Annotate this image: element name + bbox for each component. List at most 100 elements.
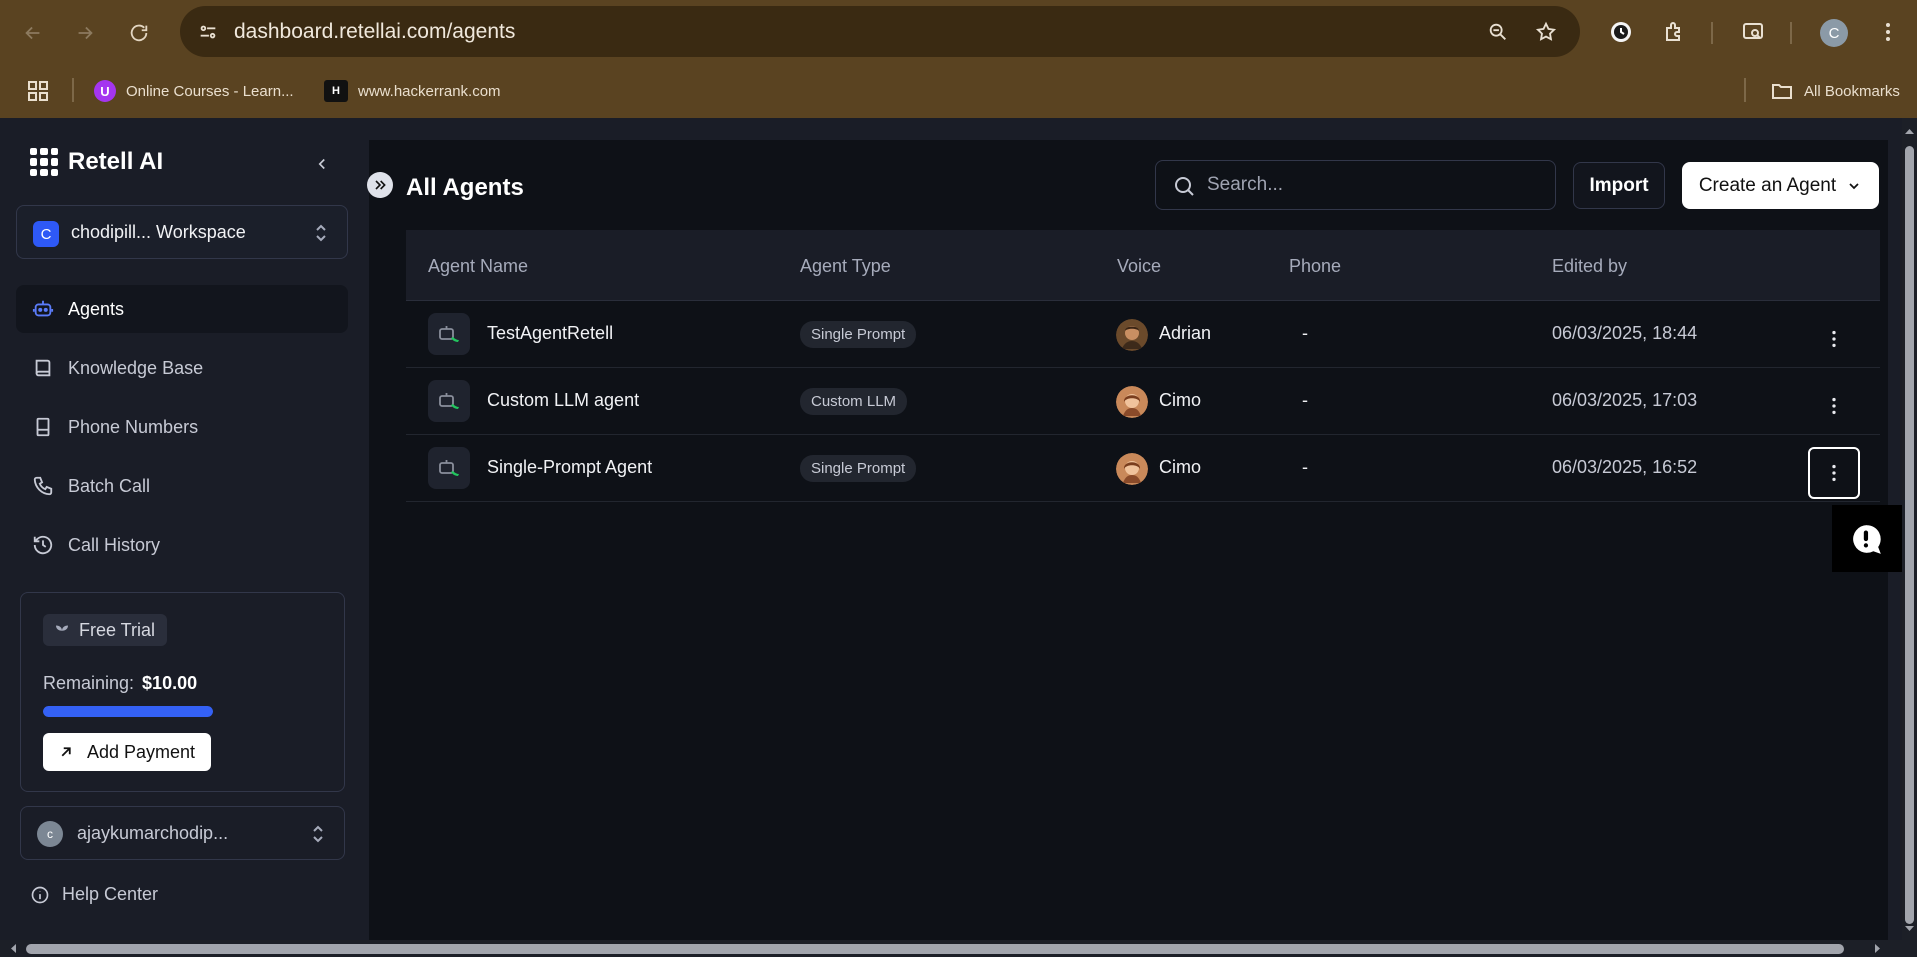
back-button[interactable] [16, 16, 50, 50]
balance-progress-fill [43, 706, 213, 717]
workspace-badge: C [33, 221, 59, 247]
scroll-up-icon[interactable] [1902, 124, 1917, 139]
search-icon [1175, 177, 1194, 196]
extensions-puzzle-icon[interactable] [1658, 16, 1690, 48]
toolbar-divider [1711, 22, 1713, 44]
vertical-scroll-thumb[interactable] [1905, 146, 1914, 924]
chevron-left-icon [318, 158, 325, 170]
bookmark-star-icon[interactable] [1532, 18, 1560, 46]
browser-menu-icon[interactable] [1872, 16, 1904, 48]
forward-arrow-icon [78, 26, 93, 40]
more-vertical-icon [1832, 330, 1836, 348]
bookmark-udemy[interactable]: U Online Courses - Learn... [94, 78, 294, 104]
horizontal-scroll-thumb[interactable] [26, 944, 1844, 954]
table-header: Agent Name Agent Type Voice Phone Edited… [406, 230, 1880, 301]
profile-avatar[interactable]: C [1820, 19, 1848, 47]
search-box[interactable] [1155, 160, 1556, 210]
scroll-down-icon[interactable] [1902, 921, 1917, 936]
row-actions-button[interactable] [1808, 380, 1860, 432]
collapse-sidebar-button[interactable] [310, 152, 334, 176]
bookmarks-bar: U Online Courses - Learn... H www.hacker… [0, 64, 1917, 118]
udemy-icon: U [94, 80, 116, 102]
brand-name: Retell AI [68, 148, 164, 175]
apps-grid-icon[interactable] [26, 78, 50, 104]
column-header: Phone [1289, 256, 1342, 276]
import-button[interactable]: Import [1573, 162, 1665, 209]
help-center-link[interactable]: Help Center [30, 884, 158, 905]
bookmark-hackerrank[interactable]: H www.hackerrank.com [324, 78, 501, 104]
edited-by: 06/03/2025, 16:52 [1552, 457, 1698, 477]
table-row[interactable]: Single-Prompt Agent Single Prompt Cimo -… [406, 435, 1880, 502]
remaining-balance: Remaining: $10.00 [43, 673, 197, 694]
sprout-icon [56, 625, 68, 637]
phone-icon [33, 476, 53, 496]
edited-by: 06/03/2025, 17:03 [1552, 390, 1698, 410]
voice-name: Cimo [1159, 390, 1202, 410]
remaining-label: Remaining: [43, 673, 135, 693]
sidebar-item-call-history[interactable]: Call History [16, 521, 348, 569]
agent-type-badge: Single Prompt [800, 455, 917, 482]
all-bookmarks[interactable]: All Bookmarks [1770, 78, 1900, 104]
agent-name: Custom LLM agent [487, 390, 640, 410]
horizontal-scrollbar[interactable] [0, 940, 1917, 957]
sidebar-item-label: Batch Call [68, 475, 151, 496]
table-row[interactable]: Custom LLM agent Custom LLM Cimo - 06/03… [406, 368, 1880, 435]
all-bookmarks-label: All Bookmarks [1804, 82, 1900, 100]
user-name: ajaykumarchodip... [77, 823, 229, 843]
chevron-updown-icon [316, 224, 326, 242]
sidebar-menu: Agents Knowledge Base Phone Numbers Batc… [16, 285, 348, 580]
site-info-icon[interactable] [192, 16, 224, 48]
create-agent-button[interactable]: Create an Agent [1682, 162, 1879, 209]
url-text: dashboard.retellai.com/agents [234, 20, 516, 43]
sidebar-item-batch-call[interactable]: Batch Call [16, 462, 348, 510]
bookmark-label: Online Courses - Learn... [126, 82, 294, 100]
vertical-scrollbar[interactable] [1902, 118, 1917, 940]
agents-table: Agent Name Agent Type Voice Phone Edited… [406, 230, 1880, 502]
address-bar[interactable]: dashboard.retellai.com/agents [180, 6, 1580, 57]
tab-search-icon[interactable] [1737, 16, 1769, 48]
history-icon [33, 535, 53, 555]
agent-name: Single-Prompt Agent [487, 457, 653, 477]
sidebar-item-label: Agents [68, 298, 125, 319]
extension-timer-icon[interactable] [1605, 16, 1637, 48]
column-header: Agent Type [800, 256, 891, 276]
search-input[interactable] [1207, 171, 1537, 199]
user-switcher[interactable]: c ajaykumarchodip... [20, 806, 345, 860]
chevron-down-icon [1849, 182, 1859, 189]
create-agent-label: Create an Agent [1698, 174, 1837, 196]
help-center-label: Help Center [62, 884, 159, 904]
arrow-up-right-icon [61, 747, 71, 757]
free-trial-label: Free Trial [79, 619, 156, 640]
row-actions-button[interactable] [1808, 313, 1860, 365]
agent-phone-icon [428, 380, 470, 422]
browser-toolbar: dashboard.retellai.com/agents C [0, 0, 1917, 64]
chat-widget-button[interactable] [1832, 505, 1902, 572]
bookmarks-divider [1744, 78, 1746, 102]
reload-button[interactable] [122, 16, 156, 50]
zoom-icon[interactable] [1484, 18, 1512, 46]
workspace-switcher[interactable]: C chodipill... Workspace [16, 205, 348, 259]
voice-avatar [1116, 386, 1148, 418]
sidebar-item-knowledge-base[interactable]: Knowledge Base [16, 344, 348, 392]
add-payment-button[interactable]: Add Payment [43, 733, 211, 771]
agent-phone-icon [428, 313, 470, 355]
table-row[interactable]: TestAgentRetell Single Prompt Adrian - 0… [406, 301, 1880, 368]
sidebar-item-label: Knowledge Base [68, 357, 204, 378]
sidebar-item-agents[interactable]: Agents [16, 285, 348, 333]
sidebar-item-phone-numbers[interactable]: Phone Numbers [16, 403, 348, 451]
voice-avatar [1116, 453, 1148, 485]
voice-avatar [1116, 319, 1148, 351]
agent-phone-icon [428, 447, 470, 489]
row-actions-button[interactable] [1808, 447, 1860, 499]
scroll-left-icon[interactable] [6, 941, 21, 956]
expand-panel-button[interactable] [367, 172, 393, 198]
agent-name: TestAgentRetell [487, 323, 614, 343]
phone-value: - [1302, 390, 1308, 410]
agent-type-badge: Custom LLM [800, 388, 908, 415]
voice-name: Cimo [1159, 457, 1202, 477]
scroll-right-icon[interactable] [1870, 941, 1885, 956]
forward-button[interactable] [68, 16, 102, 50]
brand-logo[interactable]: Retell AI [30, 148, 163, 176]
sidebar-item-label: Phone Numbers [68, 416, 199, 437]
column-header: Agent Name [428, 256, 529, 276]
